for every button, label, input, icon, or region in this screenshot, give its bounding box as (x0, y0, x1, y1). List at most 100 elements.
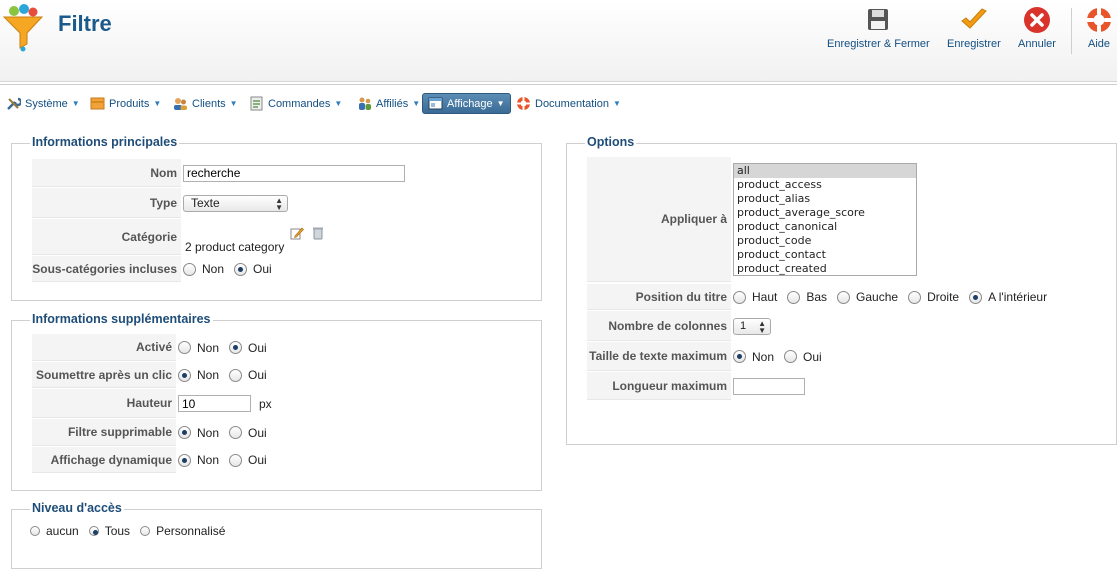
height-value-cell: px (176, 395, 272, 412)
subcat-non-radio[interactable] (183, 262, 196, 276)
list-item[interactable]: product_created (734, 262, 916, 275)
submit-non-radio[interactable] (178, 368, 191, 382)
active-oui-label: Oui (248, 340, 267, 355)
funnel-logo-icon (2, 4, 46, 52)
pos-interieur-radio[interactable] (969, 290, 983, 304)
main-info-legend: Informations principales (30, 135, 180, 149)
max-text-non-radio[interactable] (733, 350, 746, 363)
list-item[interactable]: all (734, 164, 916, 178)
subcat-label: Sous-catégories incluses (32, 256, 181, 282)
help-button[interactable]: Aide (1084, 6, 1114, 50)
submit-non-label: Non (197, 368, 220, 382)
access-perso-radio[interactable] (140, 526, 151, 536)
access-perso-label: Personnalisé (156, 524, 226, 538)
submit-label: Soumettre après un clic (32, 362, 176, 388)
menu-produits-label: Produits (109, 97, 150, 110)
main-menu-bar: Système ▼ Produits ▼ Clients ▼ Commandes ▼ A… (0, 84, 1117, 120)
menu-commandes[interactable]: Commandes ▼ (246, 93, 345, 114)
dynamic-non-label: Non (197, 453, 220, 467)
list-item[interactable]: product_average_score (734, 206, 916, 220)
height-row: Hauteur px (32, 389, 272, 418)
max-length-label: Longueur maximum (587, 372, 731, 400)
columns-select[interactable]: 1 ▲ ▼ (733, 317, 771, 335)
nom-input[interactable] (183, 164, 405, 182)
max-text-value-cell: Non Oui (731, 350, 832, 364)
apply-row: Appliquer à all product_access product_a… (587, 157, 917, 282)
submit-oui-radio[interactable] (229, 368, 243, 382)
cancel-label: Annuler (1018, 38, 1056, 50)
close-icon (1022, 6, 1052, 34)
menu-affichage-label: Affichage (447, 97, 493, 110)
menu-affilies[interactable]: Affiliés ▼ (354, 93, 423, 114)
access-tous-radio[interactable] (88, 526, 99, 536)
dynamic-label: Affichage dynamique (32, 447, 176, 473)
list-item[interactable]: product_alias (734, 192, 916, 206)
access-aucun-radio[interactable] (30, 526, 40, 536)
dynamic-oui-radio[interactable] (229, 453, 243, 467)
nom-value-cell (181, 164, 405, 182)
active-non-radio[interactable] (178, 341, 191, 354)
active-row: Activé Non Oui (32, 334, 277, 361)
list-item[interactable]: product_code (734, 234, 916, 248)
access-legend: Niveau d'accès (30, 501, 124, 515)
access-tous-label: Tous (104, 524, 131, 538)
help-label: Aide (1087, 38, 1111, 50)
cancel-button[interactable]: Annuler (1018, 6, 1056, 50)
type-value-cell: Texte ▲ ▼ (181, 194, 288, 212)
max-text-oui-radio[interactable] (784, 350, 798, 363)
submit-oui-label: Oui (248, 368, 267, 382)
chevron-down-icon: ▼ (496, 99, 505, 108)
max-length-row: Longueur maximum (587, 372, 805, 400)
height-input[interactable] (178, 395, 251, 412)
trash-icon[interactable] (312, 226, 324, 243)
pos-haut-radio[interactable] (733, 290, 746, 304)
pos-gauche-radio[interactable] (837, 290, 851, 304)
chevron-down-icon: ▼ (229, 99, 238, 108)
select-arrows-icon: ▲ ▼ (758, 318, 766, 335)
max-text-row: Taille de texte maximum Non Oui (587, 342, 832, 371)
pos-haut-label: Haut (752, 290, 778, 304)
categorie-label: Catégorie (32, 219, 181, 255)
dynamic-non-radio[interactable] (178, 453, 191, 467)
menu-clients[interactable]: Clients ▼ (170, 93, 241, 114)
edit-pencil-icon[interactable] (290, 226, 304, 243)
active-oui-radio[interactable] (229, 341, 243, 354)
title-pos-value-cell: Haut Bas Gauche Droite A l'intérieur (731, 290, 1057, 304)
apply-label: Appliquer à (587, 157, 731, 282)
submit-row: Soumettre après un clic Non Oui (32, 362, 277, 388)
pos-droite-label: Droite (927, 290, 960, 304)
subcat-oui-radio[interactable] (234, 262, 248, 276)
deletable-value-cell: Non Oui (176, 426, 277, 440)
box-icon (90, 96, 105, 111)
deletable-non-radio[interactable] (178, 426, 191, 439)
type-select[interactable]: Texte ▲ ▼ (183, 194, 288, 212)
chevron-down-icon: ▼ (153, 99, 162, 108)
pos-bas-radio[interactable] (787, 290, 801, 304)
menu-documentation[interactable]: Documentation ▼ (513, 93, 624, 114)
list-item[interactable]: product_contact (734, 248, 916, 262)
list-item[interactable]: product_canonical (734, 220, 916, 234)
list-item[interactable]: product_access (734, 178, 916, 192)
menu-produits[interactable]: Produits ▼ (87, 93, 164, 114)
menu-affichage[interactable]: Affichage ▼ (422, 93, 511, 114)
height-label: Hauteur (32, 389, 176, 418)
categorie-value-cell: 2 product category (181, 219, 381, 255)
active-value-cell: Non Oui (176, 341, 277, 355)
apply-listbox[interactable]: all product_access product_alias product… (733, 163, 917, 276)
max-text-oui-label: Oui (803, 349, 822, 364)
columns-label: Nombre de colonnes (587, 311, 731, 341)
save-close-button[interactable]: Enregistrer & Fermer (827, 6, 930, 50)
deletable-oui-radio[interactable] (229, 426, 243, 439)
pos-droite-radio[interactable] (908, 290, 922, 304)
order-list-icon (249, 96, 264, 111)
columns-row: Nombre de colonnes 1 ▲ ▼ (587, 311, 771, 341)
pos-interieur-label: A l'intérieur (988, 290, 1048, 304)
nom-label: Nom (32, 159, 181, 187)
chevron-down-icon: ▼ (334, 99, 343, 108)
max-length-input[interactable] (733, 377, 805, 395)
height-unit: px (259, 396, 272, 411)
menu-systeme-label: Système (25, 97, 68, 110)
menu-affilies-label: Affiliés (376, 97, 409, 110)
menu-systeme[interactable]: Système ▼ (3, 93, 83, 114)
save-button[interactable]: Enregistrer (947, 6, 1001, 50)
